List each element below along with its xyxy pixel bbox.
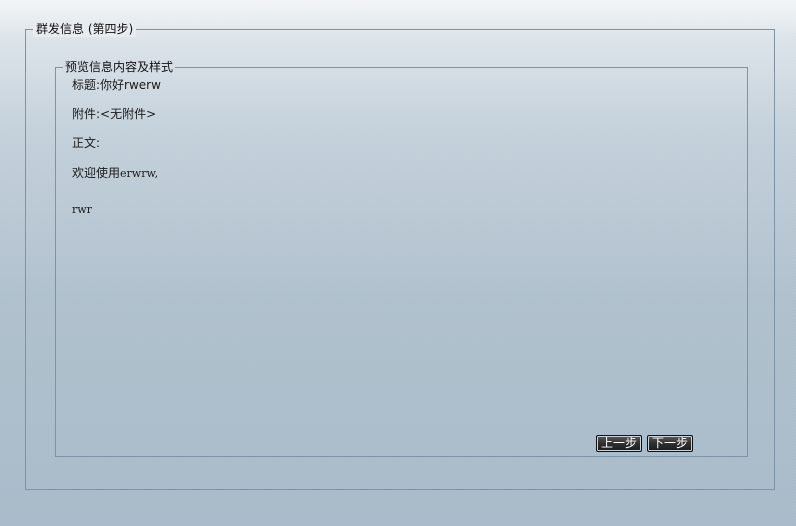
preview-group: 预览信息内容及样式 标题:你好rwerw 附件:<无附件> 正文: 欢迎使用er…: [55, 60, 748, 457]
mass-message-step4-group: 群发信息 (第四步) 预览信息内容及样式 标题:你好rwerw 附件:<无附件>…: [25, 22, 775, 490]
greeting-value: erwrw,: [120, 167, 159, 180]
body-text: rwr: [72, 203, 92, 216]
body-label-row: 正文:: [72, 136, 735, 151]
message-preview: 标题:你好rwerw 附件:<无附件> 正文: 欢迎使用erwrw, rwr: [72, 78, 735, 217]
preview-legend: 预览信息内容及样式: [63, 60, 176, 75]
title-value: 你好rwerw: [100, 78, 161, 92]
attachment-row: 附件:<无附件>: [72, 107, 735, 122]
title-row: 标题:你好rwerw: [72, 78, 735, 93]
body-label: 正文:: [72, 136, 101, 150]
step-legend: 群发信息 (第四步): [33, 22, 137, 37]
title-label: 标题:: [72, 78, 101, 92]
attachment-label: 附件:: [72, 107, 101, 121]
greeting-prefix: 欢迎使用: [72, 166, 121, 180]
next-step-button[interactable]: 下一步: [647, 435, 694, 452]
greeting-row: 欢迎使用erwrw,: [72, 166, 735, 181]
body-text-row: rwr: [72, 202, 735, 217]
previous-step-button[interactable]: 上一步: [596, 435, 643, 452]
step-navigation: 上一步 下一步: [596, 435, 694, 452]
attachment-value: <无附件>: [100, 107, 157, 121]
